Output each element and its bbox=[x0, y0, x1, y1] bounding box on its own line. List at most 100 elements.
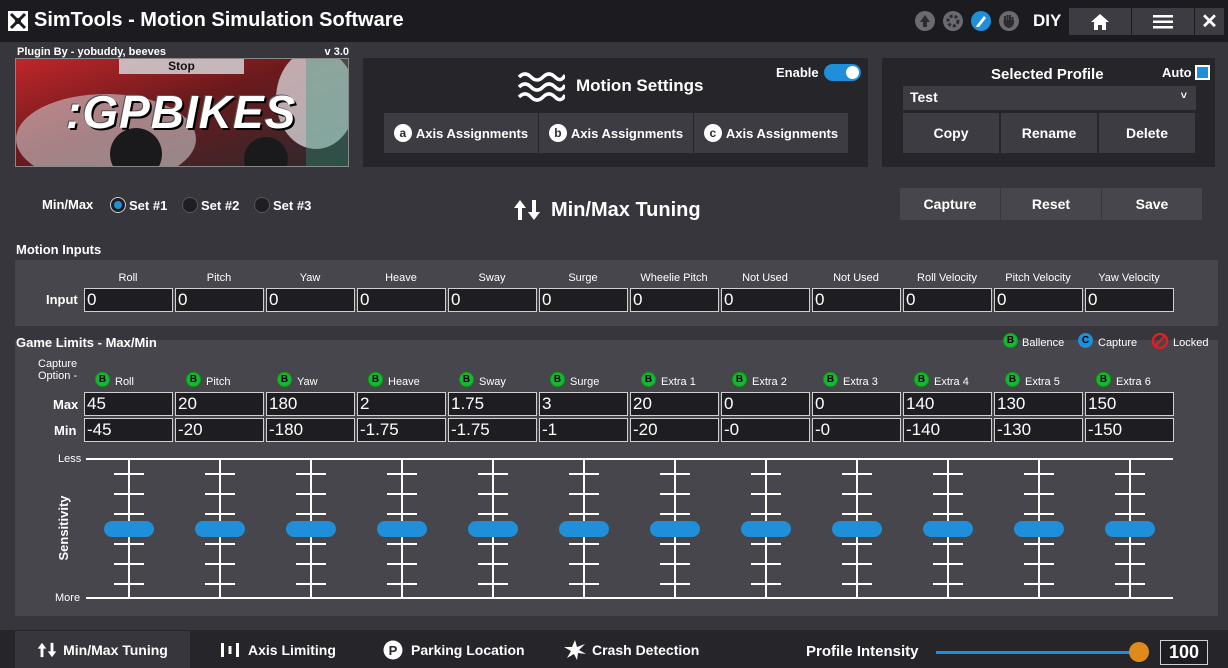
input-value-field[interactable]: 0 bbox=[630, 288, 719, 312]
max-value-field[interactable]: 150 bbox=[1085, 392, 1174, 416]
sensitivity-slider-handle[interactable] bbox=[377, 520, 427, 537]
max-value-field[interactable]: 130 bbox=[994, 392, 1083, 416]
ballence-badge-icon[interactable]: B bbox=[368, 372, 383, 387]
ballence-badge-icon[interactable]: B bbox=[823, 372, 838, 387]
sensitivity-slider-handle[interactable] bbox=[286, 520, 336, 537]
input-value-field[interactable]: 0 bbox=[84, 288, 173, 312]
set-1-label[interactable]: Set #1 bbox=[129, 198, 167, 213]
min-value-field[interactable]: -0 bbox=[721, 418, 810, 442]
profile-intensity-value[interactable]: 100 bbox=[1160, 640, 1208, 665]
profile-select[interactable]: Test ˅ bbox=[903, 86, 1196, 110]
sensitivity-slider-handle[interactable] bbox=[195, 520, 245, 537]
min-value-field[interactable]: -45 bbox=[84, 418, 173, 442]
input-value-field[interactable]: 0 bbox=[175, 288, 264, 312]
max-value-field[interactable]: 20 bbox=[175, 392, 264, 416]
set-2-label[interactable]: Set #2 bbox=[201, 198, 239, 213]
sensitivity-slider-handle[interactable] bbox=[1105, 520, 1155, 537]
max-value-field[interactable]: 0 bbox=[721, 392, 810, 416]
max-value-field[interactable]: 45 bbox=[84, 392, 173, 416]
slider-tick bbox=[478, 513, 508, 515]
sensitivity-slider-handle[interactable] bbox=[104, 520, 154, 537]
input-value-field[interactable]: 0 bbox=[1085, 288, 1174, 312]
arrow-up-icon[interactable] bbox=[915, 11, 935, 31]
pencil-icon[interactable] bbox=[971, 11, 991, 31]
limit-column-header: Extra 3 bbox=[843, 376, 878, 388]
input-value-field[interactable]: 0 bbox=[357, 288, 446, 312]
auto-checkbox[interactable] bbox=[1195, 65, 1210, 80]
tab-axis-limiting[interactable]: Axis Limiting bbox=[220, 631, 336, 668]
stop-button[interactable]: Stop bbox=[119, 59, 244, 74]
max-value-field[interactable]: 3 bbox=[539, 392, 628, 416]
max-value-field[interactable]: 0 bbox=[812, 392, 901, 416]
min-value-field[interactable]: -130 bbox=[994, 418, 1083, 442]
capture-option-label: Capture Option - bbox=[38, 358, 78, 382]
reset-button[interactable]: Reset bbox=[1001, 188, 1101, 220]
input-value-field[interactable]: 0 bbox=[903, 288, 992, 312]
slider-tick bbox=[1024, 493, 1054, 495]
copy-button[interactable]: Copy bbox=[903, 113, 999, 153]
ballence-badge-icon[interactable]: B bbox=[277, 372, 292, 387]
save-button[interactable]: Save bbox=[1102, 188, 1202, 220]
menu-button[interactable] bbox=[1132, 8, 1194, 35]
profile-intensity-handle[interactable] bbox=[1129, 642, 1149, 662]
capture-button[interactable]: Capture bbox=[900, 188, 1000, 220]
input-value-field[interactable]: 0 bbox=[994, 288, 1083, 312]
tab-minmax-tuning[interactable]: Min/Max Tuning bbox=[15, 631, 190, 668]
ballence-badge-icon[interactable]: B bbox=[1096, 372, 1111, 387]
max-value-field[interactable]: 1.75 bbox=[448, 392, 537, 416]
ballence-badge-icon[interactable]: B bbox=[95, 372, 110, 387]
home-button[interactable] bbox=[1069, 8, 1131, 35]
set-3-radio[interactable] bbox=[254, 197, 270, 213]
axis-assignments-b-button[interactable]: b Axis Assignments bbox=[539, 113, 693, 153]
min-value-field[interactable]: -1.75 bbox=[448, 418, 537, 442]
sensitivity-slider-handle[interactable] bbox=[741, 520, 791, 537]
min-value-field[interactable]: -150 bbox=[1085, 418, 1174, 442]
enable-toggle[interactable] bbox=[824, 64, 861, 81]
ballence-badge-icon[interactable]: B bbox=[1005, 372, 1020, 387]
tab-crash-detection[interactable]: Crash Detection bbox=[564, 631, 699, 668]
min-value-field[interactable]: -140 bbox=[903, 418, 992, 442]
sensitivity-slider-handle[interactable] bbox=[1014, 520, 1064, 537]
ballence-badge-icon[interactable]: B bbox=[550, 372, 565, 387]
ballence-badge-icon[interactable]: B bbox=[732, 372, 747, 387]
min-value-field[interactable]: -180 bbox=[266, 418, 355, 442]
profile-intensity-slider[interactable] bbox=[936, 651, 1142, 654]
axis-assignments-c-button[interactable]: c Axis Assignments bbox=[694, 113, 848, 153]
hand-icon[interactable] bbox=[999, 11, 1019, 31]
max-value-field[interactable]: 140 bbox=[903, 392, 992, 416]
input-value-field[interactable]: 0 bbox=[448, 288, 537, 312]
input-value-field[interactable]: 0 bbox=[812, 288, 901, 312]
slider-tick bbox=[751, 513, 781, 515]
sensitivity-slider-handle[interactable] bbox=[468, 520, 518, 537]
ballence-badge-icon[interactable]: B bbox=[459, 372, 474, 387]
axis-assignments-a-button[interactable]: a Axis Assignments bbox=[384, 113, 538, 153]
gear-icon[interactable] bbox=[943, 11, 963, 31]
close-button[interactable]: ✕ bbox=[1195, 8, 1224, 35]
min-value-field[interactable]: -1.75 bbox=[357, 418, 446, 442]
min-value-field[interactable]: -1 bbox=[539, 418, 628, 442]
input-value-field[interactable]: 0 bbox=[721, 288, 810, 312]
motion-settings-title: Motion Settings bbox=[576, 76, 704, 95]
ballence-badge-icon[interactable]: B bbox=[186, 372, 201, 387]
min-value-field[interactable]: -20 bbox=[630, 418, 719, 442]
input-value-field[interactable]: 0 bbox=[266, 288, 355, 312]
max-value-field[interactable]: 20 bbox=[630, 392, 719, 416]
sensitivity-slider-handle[interactable] bbox=[923, 520, 973, 537]
input-value-field[interactable]: 0 bbox=[539, 288, 628, 312]
min-value-field[interactable]: -20 bbox=[175, 418, 264, 442]
max-value-field[interactable]: 2 bbox=[357, 392, 446, 416]
rename-button[interactable]: Rename bbox=[1001, 113, 1097, 153]
ballence-badge-icon[interactable]: B bbox=[914, 372, 929, 387]
set-2-radio[interactable] bbox=[182, 197, 198, 213]
sensitivity-slider-handle[interactable] bbox=[559, 520, 609, 537]
set-3-label[interactable]: Set #3 bbox=[273, 198, 311, 213]
min-value-field[interactable]: -0 bbox=[812, 418, 901, 442]
ballence-badge-icon[interactable]: B bbox=[641, 372, 656, 387]
max-value-field[interactable]: 180 bbox=[266, 392, 355, 416]
delete-button[interactable]: Delete bbox=[1099, 113, 1195, 153]
tab-parking-location[interactable]: P Parking Location bbox=[383, 631, 525, 668]
sensitivity-slider-handle[interactable] bbox=[650, 520, 700, 537]
input-column-header: Roll bbox=[118, 272, 138, 284]
set-1-radio[interactable] bbox=[110, 197, 126, 213]
sensitivity-slider-handle[interactable] bbox=[832, 520, 882, 537]
